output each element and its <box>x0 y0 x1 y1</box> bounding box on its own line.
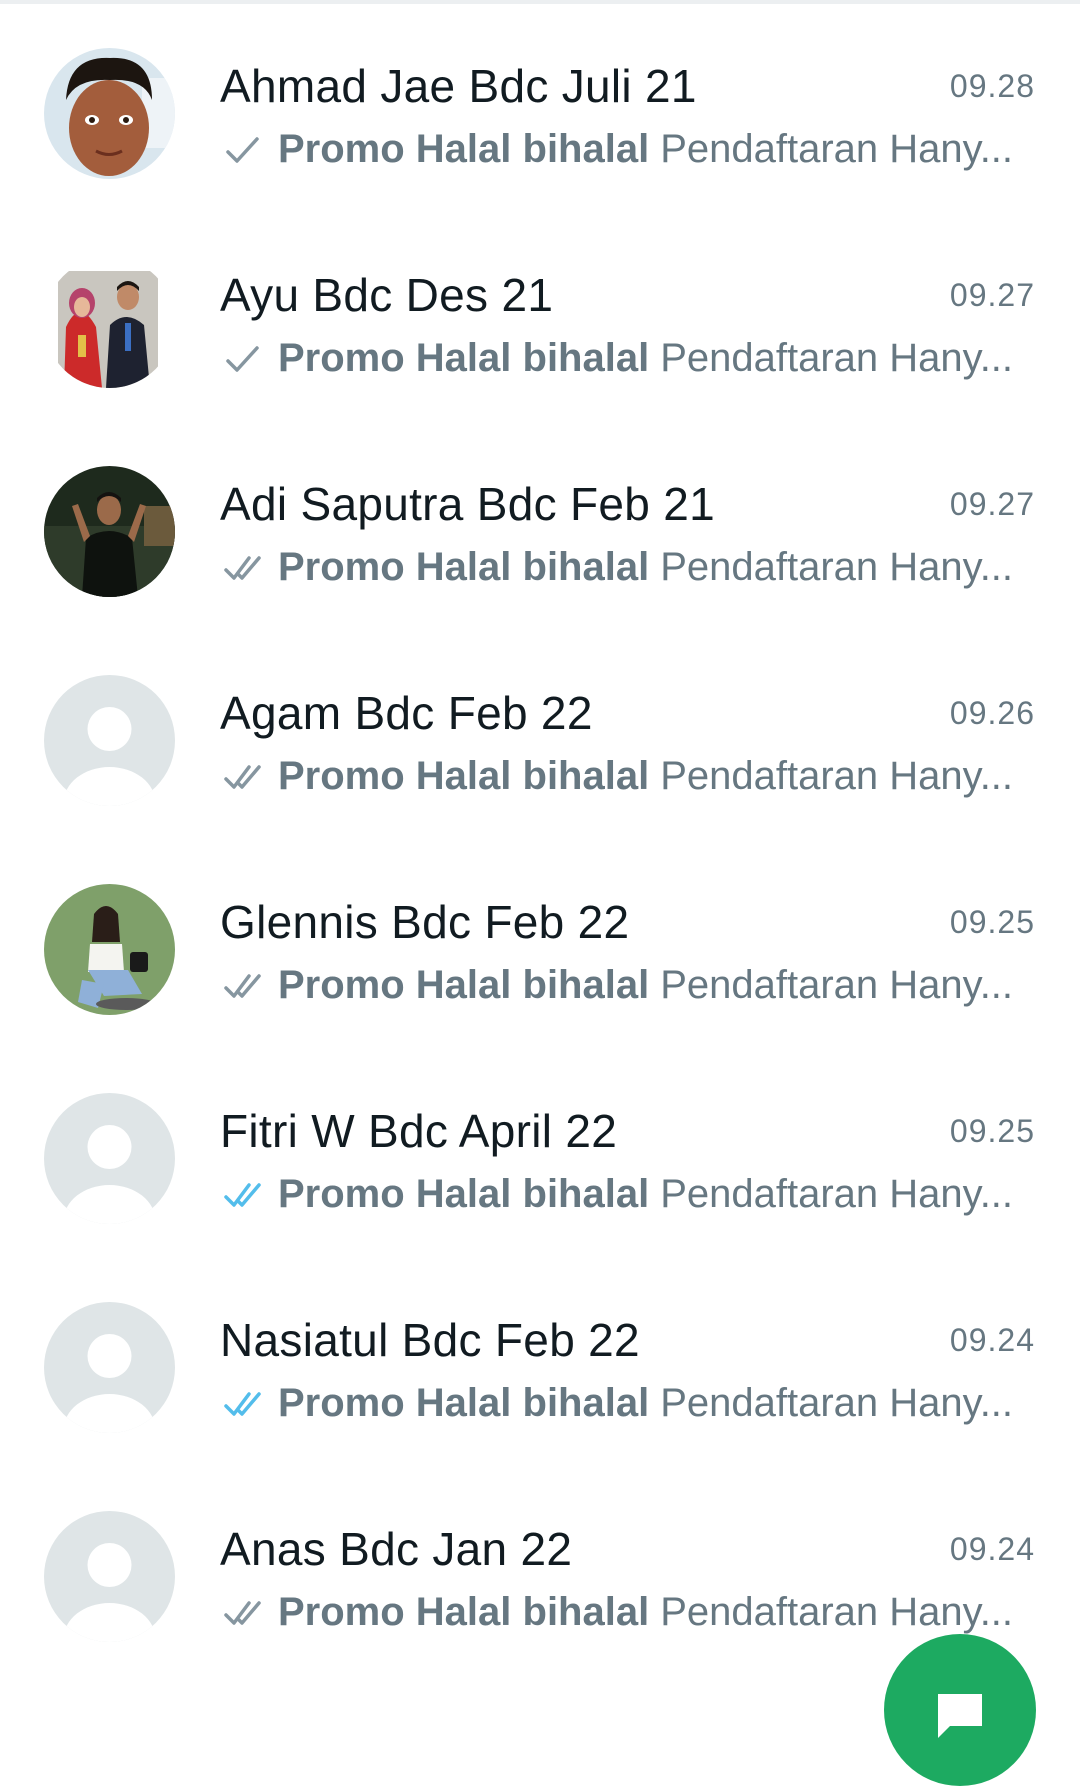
default-avatar-icon[interactable] <box>44 1511 175 1642</box>
double-check-icon <box>224 555 261 580</box>
chat-time: 09.24 <box>949 1531 1035 1567</box>
default-avatar-icon[interactable] <box>44 1093 175 1224</box>
double-check-icon <box>224 764 261 789</box>
chat-name: Adi Saputra Bdc Feb 21 <box>220 478 716 530</box>
chat-row[interactable]: Ahmad Jae Bdc Juli 21 09.28 Promo Halal … <box>0 6 1080 215</box>
default-avatar-icon[interactable] <box>44 1302 175 1433</box>
preview-bold: Promo Halal bihalal <box>278 1590 650 1634</box>
message-preview: Promo Halal bihalal Pendaftaran Hany... <box>222 127 1012 172</box>
chat-row[interactable]: Nasiatul Bdc Feb 22 09.24 Promo Halal bi… <box>0 1260 1080 1469</box>
avatar[interactable] <box>44 884 175 1015</box>
preview-text: Pendaftaran Hany... <box>660 127 1012 171</box>
preview-bold: Promo Halal bihalal <box>278 127 650 171</box>
chat-row[interactable]: Ayu Bdc Des 21 09.27 Promo Halal bihalal… <box>0 215 1080 424</box>
preview-text: Pendaftaran Hany... <box>660 963 1012 1007</box>
preview-text: Pendaftaran Hany... <box>660 754 1012 798</box>
chat-time: 09.27 <box>949 486 1035 522</box>
preview-text: Pendaftaran Hany... <box>660 545 1012 589</box>
chat-name: Fitri W Bdc April 22 <box>220 1105 618 1157</box>
message-preview: Promo Halal bihalal Pendaftaran Hany... <box>222 754 1012 799</box>
message-preview: Promo Halal bihalal Pendaftaran Hany... <box>222 1590 1012 1635</box>
double-check-icon <box>224 1600 261 1625</box>
new-chat-icon <box>938 1694 982 1738</box>
preview-text: Pendaftaran Hany... <box>660 1172 1012 1216</box>
message-preview: Promo Halal bihalal Pendaftaran Hany... <box>222 1381 1012 1426</box>
preview-bold: Promo Halal bihalal <box>278 963 650 1007</box>
chat-row[interactable]: Fitri W Bdc April 22 09.25 Promo Halal b… <box>0 1051 1080 1260</box>
chat-name: Agam Bdc Feb 22 <box>220 687 593 739</box>
single-check-icon <box>226 136 259 163</box>
preview-bold: Promo Halal bihalal <box>278 336 650 380</box>
preview-text: Pendaftaran Hany... <box>660 1590 1012 1634</box>
message-preview: Promo Halal bihalal Pendaftaran Hany... <box>222 963 1012 1008</box>
message-preview: Promo Halal bihalal Pendaftaran Hany... <box>222 1172 1012 1217</box>
default-avatar-icon[interactable] <box>44 675 175 806</box>
new-chat-button[interactable] <box>884 1634 1036 1786</box>
chat-name: Ayu Bdc Des 21 <box>220 269 554 321</box>
chat-time: 09.27 <box>949 277 1035 313</box>
preview-bold: Promo Halal bihalal <box>278 1172 650 1216</box>
double-check-read-icon <box>224 1182 261 1207</box>
preview-bold: Promo Halal bihalal <box>278 1381 650 1425</box>
chat-time: 09.25 <box>949 1113 1035 1149</box>
chat-time: 09.25 <box>949 904 1035 940</box>
top-divider <box>0 0 1080 4</box>
double-check-read-icon <box>224 1391 261 1416</box>
chat-name: Glennis Bdc Feb 22 <box>220 896 630 948</box>
chat-row[interactable]: Glennis Bdc Feb 22 09.25 Promo Halal bih… <box>0 842 1080 1051</box>
message-preview: Promo Halal bihalal Pendaftaran Hany... <box>222 545 1012 590</box>
single-check-icon <box>226 345 259 372</box>
chat-time: 09.24 <box>949 1322 1035 1358</box>
chat-row[interactable]: Agam Bdc Feb 22 09.26 Promo Halal bihala… <box>0 633 1080 842</box>
preview-text: Pendaftaran Hany... <box>660 1381 1012 1425</box>
chat-time: 09.26 <box>949 695 1035 731</box>
avatar[interactable] <box>44 466 175 597</box>
message-preview: Promo Halal bihalal Pendaftaran Hany... <box>222 336 1012 381</box>
avatar[interactable] <box>44 48 175 179</box>
preview-text: Pendaftaran Hany... <box>660 336 1012 380</box>
preview-bold: Promo Halal bihalal <box>278 545 650 589</box>
avatar[interactable] <box>44 257 175 388</box>
chat-row[interactable]: Adi Saputra Bdc Feb 21 09.27 Promo Halal… <box>0 424 1080 633</box>
preview-bold: Promo Halal bihalal <box>278 754 650 798</box>
chat-name: Anas Bdc Jan 22 <box>220 1523 573 1575</box>
chat-name: Ahmad Jae Bdc Juli 21 <box>220 60 697 112</box>
chat-name: Nasiatul Bdc Feb 22 <box>220 1314 640 1366</box>
double-check-icon <box>224 973 261 998</box>
chat-time: 09.28 <box>949 68 1035 104</box>
